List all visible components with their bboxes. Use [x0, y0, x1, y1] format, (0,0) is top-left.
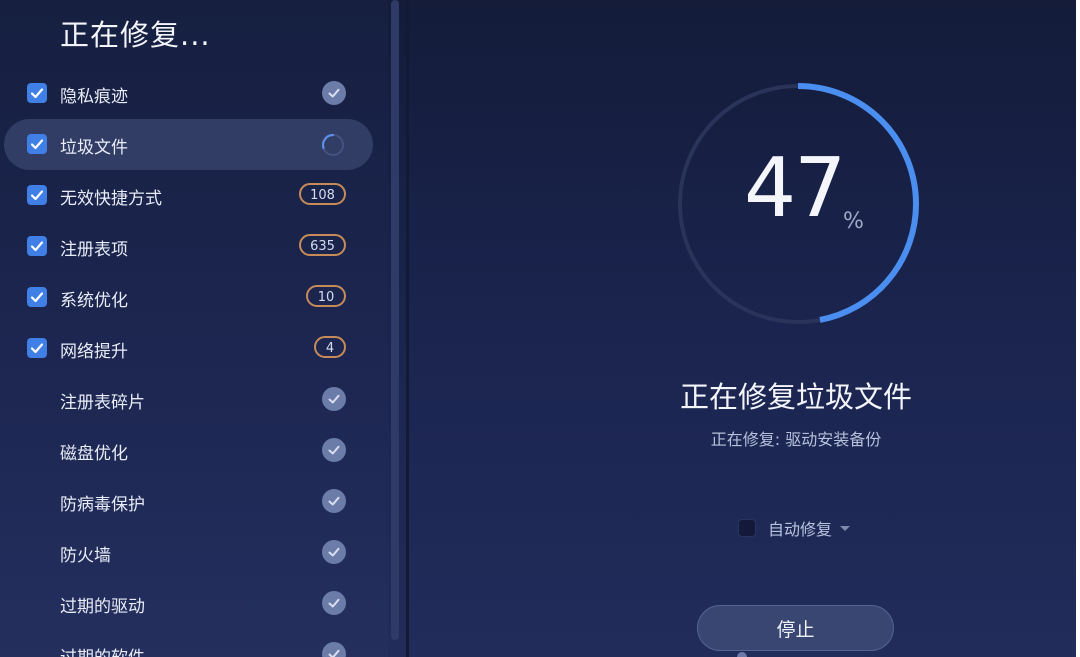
stop-button[interactable]: 停止 [697, 605, 894, 651]
app-window: 正在修复... 隐私痕迹 垃圾文件 无效快捷方式 108 注册表项 635 系统… [0, 0, 1076, 657]
scan-item-label: 防病毒保护 [60, 495, 145, 515]
repair-status-detail: 正在修复: 驱动安装备份 [710, 430, 882, 449]
scan-item-disk-optimization[interactable]: 磁盘优化 [0, 425, 388, 476]
check-circle-icon [322, 81, 346, 105]
scan-item-label: 隐私痕迹 [60, 87, 128, 107]
issue-count-badge: 108 [299, 183, 346, 205]
issue-count-badge: 635 [299, 234, 346, 256]
scan-item-registry-fragments[interactable]: 注册表碎片 [0, 374, 388, 425]
check-circle-icon [322, 540, 346, 564]
scan-item-junk-files[interactable]: 垃圾文件 [0, 119, 388, 170]
chevron-down-icon[interactable] [840, 525, 851, 531]
check-circle-icon [322, 438, 346, 462]
progress-percent-value: 47 [744, 141, 846, 236]
scan-item-outdated-software[interactable]: 过期的软件 [0, 629, 388, 657]
scan-item-label: 垃圾文件 [60, 138, 128, 158]
check-circle-icon [322, 591, 346, 615]
item-checkbox[interactable] [27, 185, 47, 205]
panel-divider [406, 0, 409, 657]
scan-item-label: 注册表碎片 [60, 393, 145, 413]
scan-item-network-boost[interactable]: 网络提升 4 [0, 323, 388, 374]
auto-fix-checkbox[interactable] [738, 519, 756, 537]
scan-item-label: 防火墙 [60, 546, 111, 566]
check-circle-icon [322, 489, 346, 513]
item-checkbox[interactable] [27, 83, 47, 103]
scan-item-label: 过期的软件 [60, 643, 145, 657]
item-checkbox[interactable] [27, 134, 47, 154]
repair-status-title: 正在修复垃圾文件 [679, 380, 912, 414]
sidebar: 正在修复... 隐私痕迹 垃圾文件 无效快捷方式 108 注册表项 635 系统… [0, 0, 388, 657]
check-circle-icon [322, 387, 346, 411]
sidebar-title: 正在修复... [60, 18, 211, 52]
scan-item-label: 无效快捷方式 [60, 189, 162, 209]
progress-percent-sign: % [843, 209, 864, 234]
scan-item-outdated-drivers[interactable]: 过期的驱动 [0, 578, 388, 629]
scan-item-label: 系统优化 [60, 291, 128, 311]
check-icon [30, 241, 44, 252]
auto-fix-label: 自动修复 [768, 520, 833, 539]
scan-item-label: 过期的驱动 [60, 597, 145, 617]
auto-fix-toggle[interactable]: 自动修复 [738, 517, 851, 539]
scan-item-registry-entries[interactable]: 注册表项 635 [0, 221, 388, 272]
sidebar-scrollbar[interactable] [391, 0, 399, 640]
scan-item-privacy-traces[interactable]: 隐私痕迹 [0, 68, 388, 119]
check-icon [30, 88, 44, 99]
scan-item-firewall[interactable]: 防火墙 [0, 527, 388, 578]
bottom-indicator [737, 652, 747, 657]
scan-item-invalid-shortcuts[interactable]: 无效快捷方式 108 [0, 170, 388, 221]
check-icon [30, 190, 44, 201]
item-checkbox[interactable] [27, 236, 47, 256]
check-icon [30, 292, 44, 303]
scan-item-label: 磁盘优化 [60, 444, 128, 464]
issue-count-badge: 10 [306, 285, 346, 307]
item-checkbox[interactable] [27, 338, 47, 358]
issue-count-badge: 4 [314, 336, 346, 358]
check-icon [30, 343, 44, 354]
item-checkbox[interactable] [27, 287, 47, 307]
scan-item-label: 注册表项 [60, 240, 128, 260]
check-circle-icon [322, 642, 346, 657]
loading-spinner-icon [321, 133, 344, 156]
scan-item-antivirus[interactable]: 防病毒保护 [0, 476, 388, 527]
scan-item-system-optimization[interactable]: 系统优化 10 [0, 272, 388, 323]
check-icon [30, 139, 44, 150]
scan-item-label: 网络提升 [60, 342, 128, 362]
